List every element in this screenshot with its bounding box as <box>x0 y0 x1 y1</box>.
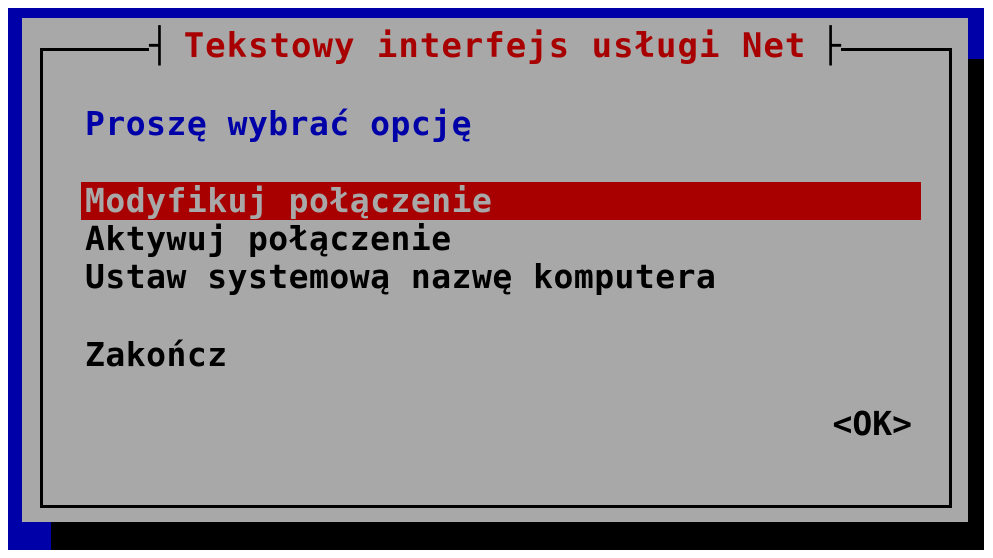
menu-item-activate-connection[interactable]: Aktywuj połączenie <box>81 220 921 258</box>
frame-tee-left-icon: ┤ <box>149 26 170 66</box>
dialog-prompt: Proszę wybrać opcję <box>85 104 472 143</box>
ok-button[interactable]: <OK> <box>833 404 912 443</box>
menu-item-quit[interactable]: Zakończ <box>81 336 921 374</box>
dialog-title-bar: ┤ Tekstowy interfejs usługi Net ├ <box>22 24 968 68</box>
terminal-screen: ┤ Tekstowy interfejs usługi Net ├ Proszę… <box>8 8 984 550</box>
frame-tee-right-icon: ├ <box>820 26 841 66</box>
menu-item-edit-connection[interactable]: Modyfikuj połączenie <box>81 182 921 220</box>
dialog-title: Tekstowy interfejs usługi Net <box>183 26 807 66</box>
menu-separator <box>81 296 921 336</box>
menu-item-set-hostname[interactable]: Ustaw systemową nazwę komputera <box>81 258 921 296</box>
option-menu: Modyfikuj połączenie Aktywuj połączenie … <box>81 182 921 374</box>
nmtui-dialog: ┤ Tekstowy interfejs usługi Net ├ Proszę… <box>22 18 968 522</box>
